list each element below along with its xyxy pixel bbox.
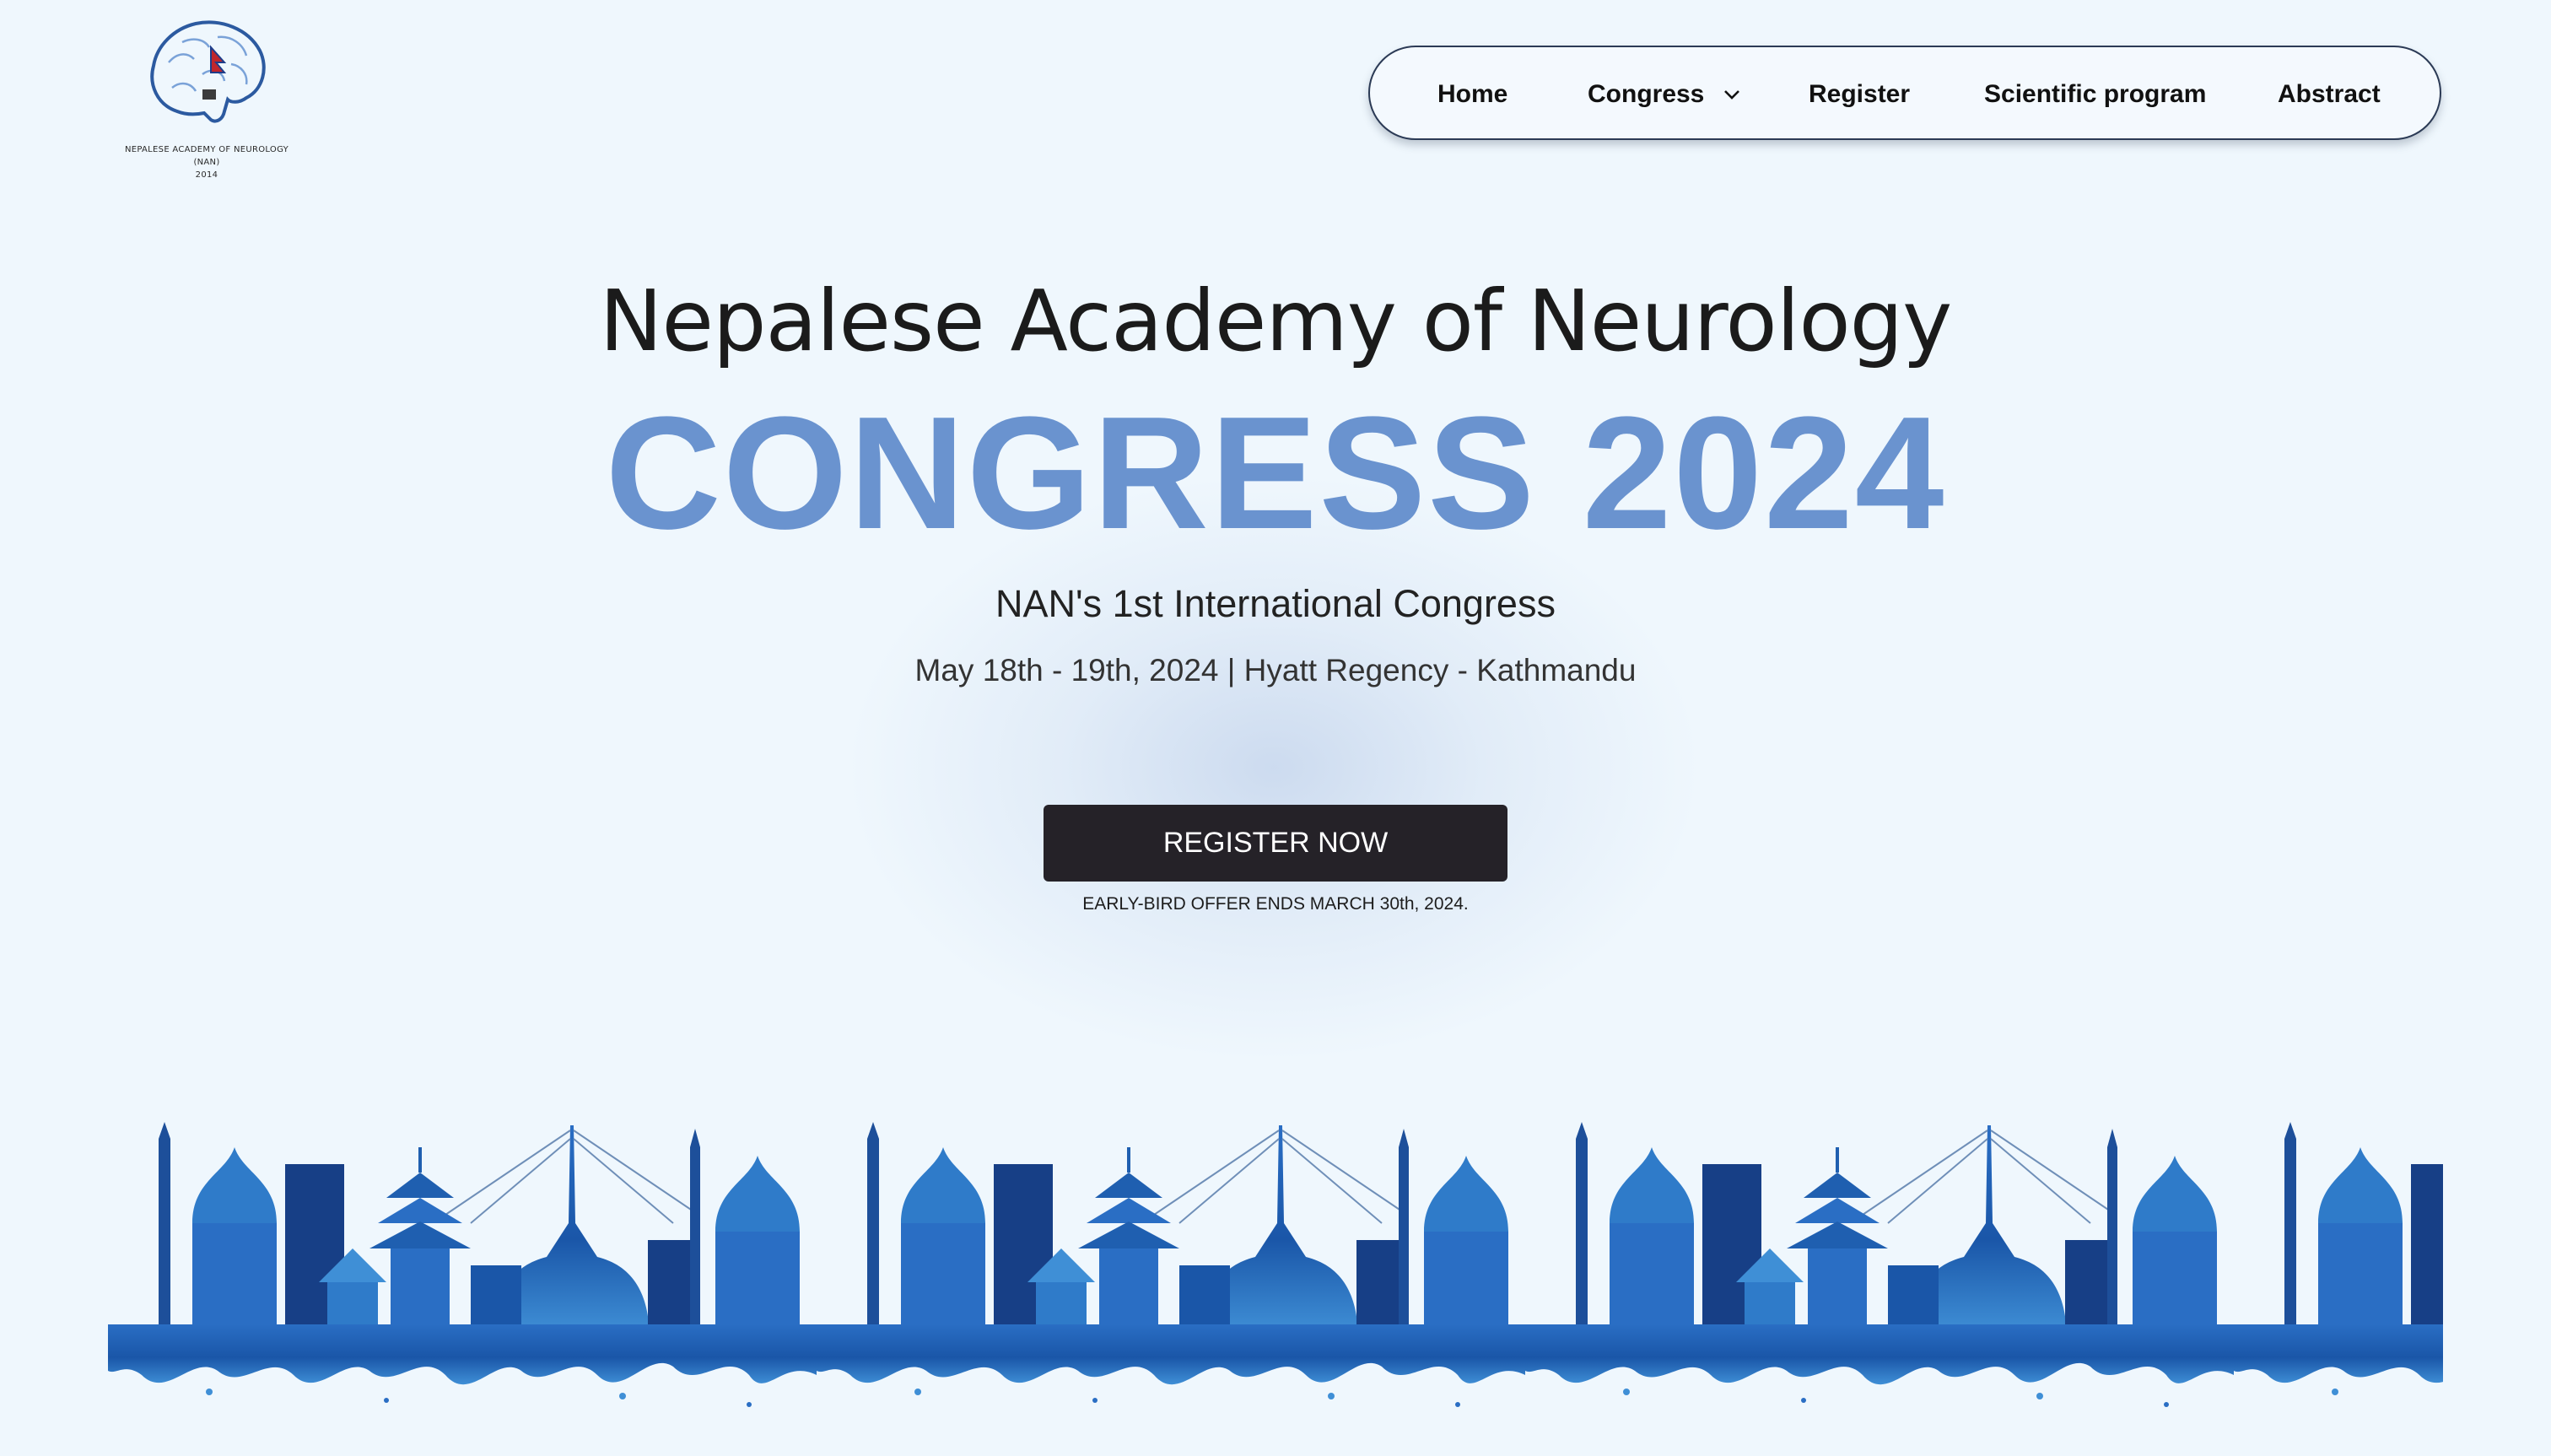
chevron-down-icon — [1723, 45, 1740, 139]
logo-year: 2014 — [195, 170, 218, 180]
register-now-button[interactable]: REGISTER NOW — [1044, 805, 1507, 882]
main-nav: Home Congress Register Scientific progra… — [1368, 46, 2441, 140]
logo-name: NEPALESE ACADEMY OF NEUROLOGY — [124, 145, 289, 154]
nav-register[interactable]: Register — [1809, 47, 1910, 142]
nav-abstract[interactable]: Abstract — [2278, 47, 2381, 142]
page: NEPALESE ACADEMY OF NEUROLOGY (NAN) 2014… — [0, 0, 2551, 1456]
hero-title: CONGRESS 2024 — [605, 384, 1946, 563]
nav-register-label: Register — [1809, 80, 1911, 108]
hero-tagline: NAN's 1st International Congress — [995, 582, 1556, 625]
hero-subtitle: Nepalese Academy of Neurology — [599, 272, 1953, 370]
nav-abstract-label: Abstract — [2278, 80, 2381, 108]
logo[interactable]: NEPALESE ACADEMY OF NEUROLOGY (NAN) 2014 — [118, 7, 295, 184]
nav-home-label: Home — [1437, 80, 1508, 108]
nav-home[interactable]: Home — [1437, 47, 1507, 142]
kathmandu-skyline-illustration — [108, 1122, 2443, 1417]
hero-date-venue: May 18th - 19th, 2024 | Hyatt Regency - … — [914, 653, 1637, 688]
brain-logo-icon — [150, 20, 266, 123]
nav-scientific-program-label: Scientific program — [1984, 80, 2207, 108]
nav-congress-label: Congress — [1588, 80, 1705, 108]
logo-abbr: (NAN) — [193, 158, 220, 167]
early-bird-note: EARLY-BIRD OFFER ENDS MARCH 30th, 2024. — [1082, 894, 1469, 914]
nav-scientific-program[interactable]: Scientific program — [1984, 47, 2206, 142]
nav-congress[interactable]: Congress — [1588, 47, 1740, 142]
